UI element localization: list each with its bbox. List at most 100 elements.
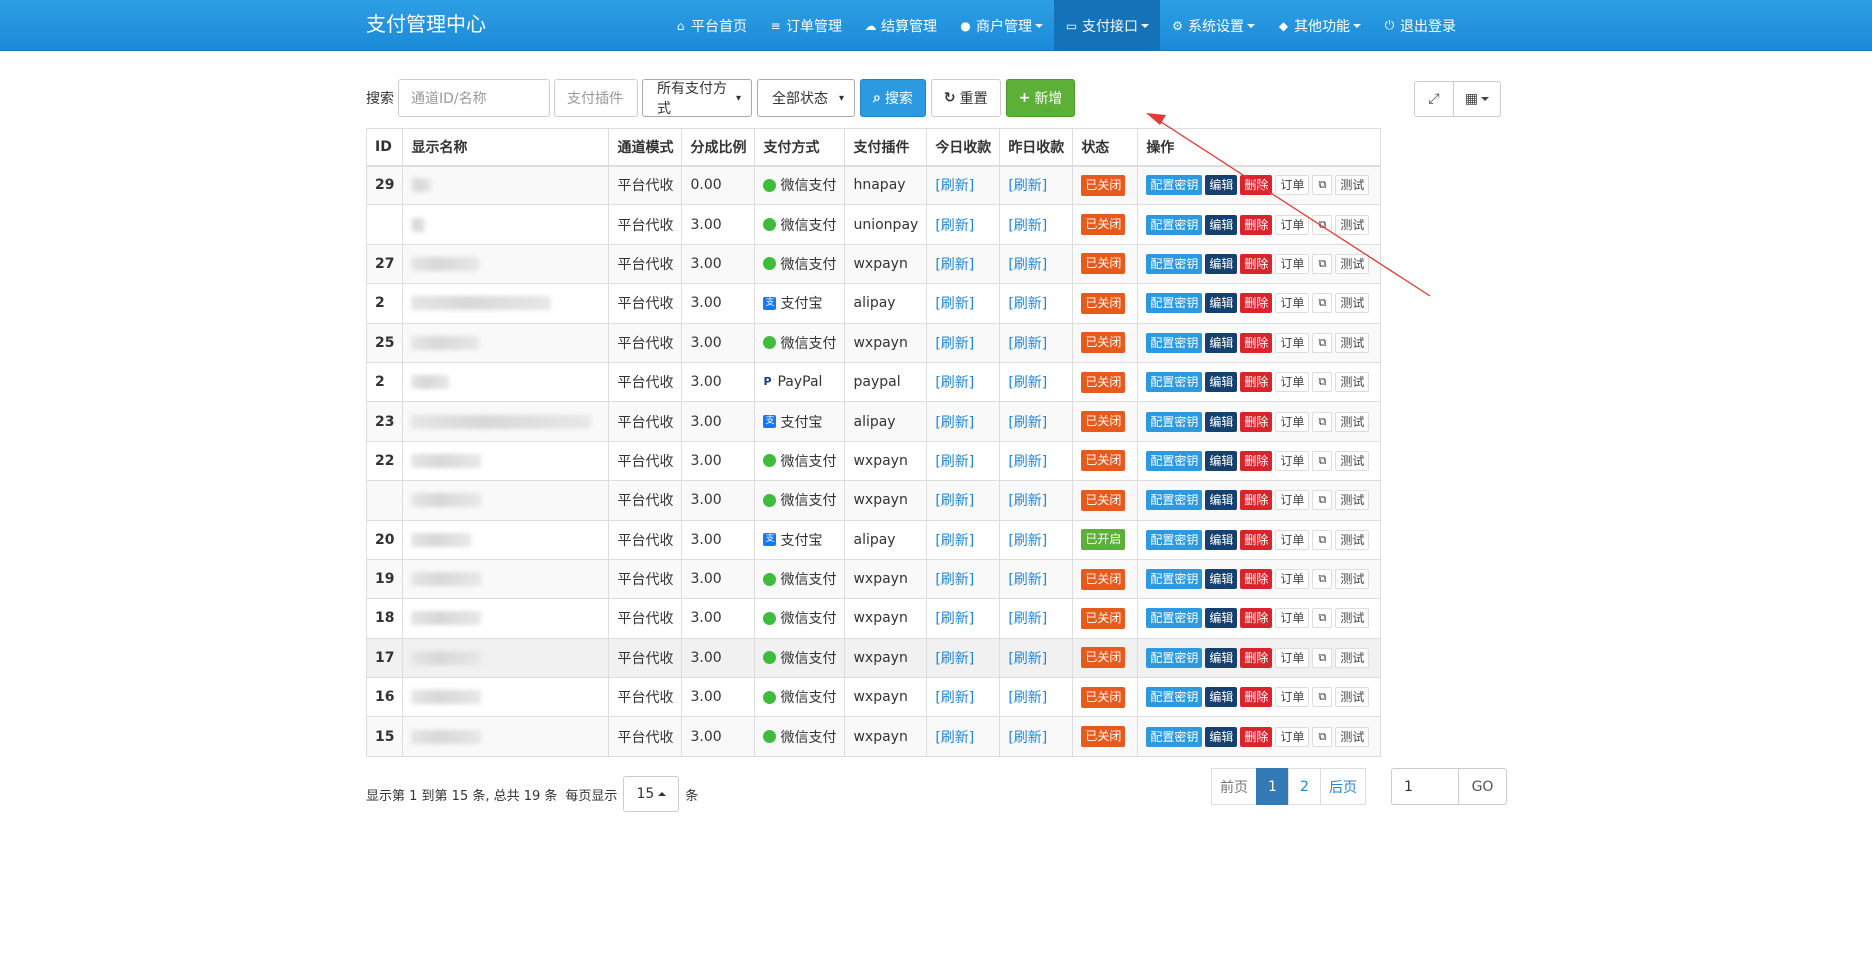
delete-button[interactable]: 删除 [1240, 569, 1273, 590]
table-row[interactable]: 20 平台代收 3.00 支支付宝 alipay [刷新] [刷新] 已开启 配置密钥 编辑 删除订… [365, 519, 1382, 560]
status-toggle[interactable]: 已关闭 [1081, 607, 1126, 629]
config-key-button[interactable]: 配置密钥 [1146, 214, 1203, 235]
edit-button[interactable]: 编辑 [1205, 450, 1238, 471]
refresh-today-link[interactable]: [刷新] [935, 730, 974, 746]
edit-button[interactable]: 编辑 [1205, 687, 1238, 708]
plugin-search-input[interactable]: 支付插件 [554, 79, 638, 117]
nav-item-4[interactable]: ▭ 支付接口 [1054, 0, 1160, 51]
test-button[interactable]: 测试 [1335, 450, 1370, 471]
test-button[interactable]: 测试 [1335, 372, 1370, 393]
refresh-yesterday-link[interactable]: [刷新] [1008, 218, 1047, 234]
config-key-button[interactable]: 配置密钥 [1146, 569, 1203, 590]
orders-button[interactable]: 订单 [1275, 608, 1310, 629]
status-toggle[interactable]: 已开启 [1081, 529, 1126, 551]
delete-button[interactable]: 删除 [1240, 647, 1273, 668]
copy-icon[interactable]: ⧉ [1312, 687, 1333, 708]
refresh-today-link[interactable]: [刷新] [935, 296, 974, 312]
delete-button[interactable]: 删除 [1240, 726, 1273, 747]
table-row[interactable]: 23 平台代收 3.00 支支付宝 alipay [刷新] [刷新] 已关闭 配置密钥 编辑 删除订… [365, 401, 1382, 442]
refresh-today-link[interactable]: [刷新] [935, 533, 974, 549]
method-select[interactable]: 所有支付方式 ▾ [642, 79, 752, 117]
table-row[interactable]: 2 平台代收 3.00 支支付宝 alipay [刷新] [刷新] 已关闭 配置密钥 编辑 删除 订单… [365, 283, 1382, 324]
edit-button[interactable]: 编辑 [1205, 175, 1238, 196]
refresh-today-link[interactable]: [刷新] [935, 690, 974, 706]
reset-button[interactable]: ↻ 重置 [930, 79, 1001, 117]
table-row[interactable]: 27 平台代收 3.00 微信支付 wxpayn [刷新] [刷新] 已关闭 配置密钥 编辑 删除订… [365, 243, 1382, 285]
nav-item-5[interactable]: ⚙ 系统设置 [1160, 0, 1266, 51]
status-toggle[interactable]: 已关闭 [1081, 568, 1126, 590]
refresh-today-link[interactable]: [刷新] [935, 611, 974, 627]
status-toggle[interactable]: 已关闭 [1081, 489, 1126, 511]
copy-icon[interactable]: ⧉ [1312, 450, 1333, 471]
column-header[interactable]: 今日收款 [926, 128, 1001, 167]
orders-button[interactable]: 订单 [1275, 450, 1310, 471]
orders-button[interactable]: 订单 [1275, 687, 1310, 708]
orders-button[interactable]: 订单 [1275, 214, 1310, 235]
edit-button[interactable]: 编辑 [1205, 726, 1238, 747]
test-button[interactable]: 测试 [1335, 726, 1370, 747]
channel-search-input[interactable]: 通道ID/名称 [398, 79, 550, 117]
refresh-yesterday-link[interactable]: [刷新] [1008, 178, 1047, 194]
copy-icon[interactable]: ⧉ [1312, 726, 1333, 747]
edit-button[interactable]: 编辑 [1205, 332, 1238, 353]
table-row[interactable]: 19 平台代收 3.00 微信支付 wxpayn [刷新] [刷新] 已关闭 配置密钥 编辑 删除订… [365, 558, 1382, 600]
edit-button[interactable]: 编辑 [1205, 490, 1238, 511]
refresh-today-link[interactable]: [刷新] [935, 178, 974, 194]
test-button[interactable]: 测试 [1335, 529, 1370, 550]
status-toggle[interactable]: 已关闭 [1081, 214, 1126, 236]
refresh-today-link[interactable]: [刷新] [935, 336, 974, 352]
copy-icon[interactable]: ⧉ [1312, 293, 1333, 314]
copy-icon[interactable]: ⧉ [1312, 490, 1333, 511]
table-row[interactable]: 16 平台代收 3.00 微信支付 wxpayn [刷新] [刷新] 已关闭 配置密钥 编辑 删除订… [365, 677, 1382, 718]
column-header[interactable]: 状态 [1072, 128, 1139, 167]
columns-toggle-button[interactable]: ▦ [1454, 81, 1501, 117]
orders-button[interactable]: 订单 [1275, 293, 1310, 314]
refresh-yesterday-link[interactable]: [刷新] [1008, 493, 1047, 509]
test-button[interactable]: 测试 [1335, 490, 1370, 511]
test-button[interactable]: 测试 [1335, 293, 1370, 314]
table-row[interactable]: 22 平台代收 3.00 微信支付 wxpayn [刷新] [刷新] 已关闭 配置密钥 编辑 删除订… [365, 440, 1382, 482]
refresh-yesterday-link[interactable]: [刷新] [1008, 533, 1047, 549]
table-row[interactable]: 15 平台代收 3.00 微信支付 wxpayn [刷新] [刷新] 已关闭 配置密钥 编辑 删除订… [365, 716, 1382, 757]
status-toggle[interactable]: 已关闭 [1081, 411, 1126, 433]
config-key-button[interactable]: 配置密钥 [1146, 529, 1203, 550]
orders-button[interactable]: 订单 [1275, 529, 1310, 550]
column-header[interactable]: 操作 [1137, 128, 1382, 167]
copy-icon[interactable]: ⧉ [1312, 372, 1333, 393]
prev-page-button[interactable]: 前页 [1211, 768, 1257, 805]
nav-item-3[interactable]: ● 商户管理 [948, 0, 1054, 51]
copy-icon[interactable]: ⧉ [1312, 569, 1333, 590]
column-header[interactable]: ID [365, 128, 404, 167]
column-header[interactable]: 分成比例 [681, 128, 756, 167]
column-header[interactable]: 昨日收款 [999, 128, 1074, 167]
goto-page-input[interactable]: 1 [1391, 768, 1459, 805]
status-toggle[interactable]: 已关闭 [1081, 450, 1126, 472]
copy-icon[interactable]: ⧉ [1312, 529, 1333, 550]
orders-button[interactable]: 订单 [1275, 490, 1310, 511]
refresh-today-link[interactable]: [刷新] [935, 218, 974, 234]
table-row[interactable]: 2 平台代收 3.00 P PayPal paypal [刷新] [刷新] 已关闭 配置密钥 编辑删… [365, 361, 1382, 403]
column-header[interactable]: 显示名称 [402, 128, 610, 167]
config-key-button[interactable]: 配置密钥 [1146, 411, 1203, 432]
config-key-button[interactable]: 配置密钥 [1146, 687, 1203, 708]
copy-icon[interactable]: ⧉ [1312, 253, 1333, 274]
edit-button[interactable]: 编辑 [1205, 253, 1238, 274]
refresh-yesterday-link[interactable]: [刷新] [1008, 454, 1047, 470]
test-button[interactable]: 测试 [1335, 175, 1370, 196]
status-toggle[interactable]: 已关闭 [1081, 253, 1126, 275]
refresh-today-link[interactable]: [刷新] [935, 572, 974, 588]
refresh-yesterday-link[interactable]: [刷新] [1008, 296, 1047, 312]
copy-icon[interactable]: ⧉ [1312, 608, 1333, 629]
test-button[interactable]: 测试 [1335, 647, 1370, 668]
nav-item-2[interactable]: ☁ 结算管理 [853, 0, 948, 51]
status-toggle[interactable]: 已关闭 [1081, 292, 1126, 314]
delete-button[interactable]: 删除 [1240, 608, 1273, 629]
refresh-today-link[interactable]: [刷新] [935, 454, 974, 470]
copy-icon[interactable]: ⧉ [1312, 214, 1333, 235]
refresh-yesterday-link[interactable]: [刷新] [1008, 415, 1047, 431]
page-button-1[interactable]: 1 [1256, 768, 1289, 805]
refresh-yesterday-link[interactable]: [刷新] [1008, 572, 1047, 588]
table-row[interactable]: 29 平台代收 0.00 微信支付 hnapay [刷新] [刷新] 已关闭 配置密钥 编辑 删除订… [365, 164, 1382, 206]
orders-button[interactable]: 订单 [1275, 175, 1310, 196]
column-header[interactable]: 支付插件 [844, 128, 928, 167]
